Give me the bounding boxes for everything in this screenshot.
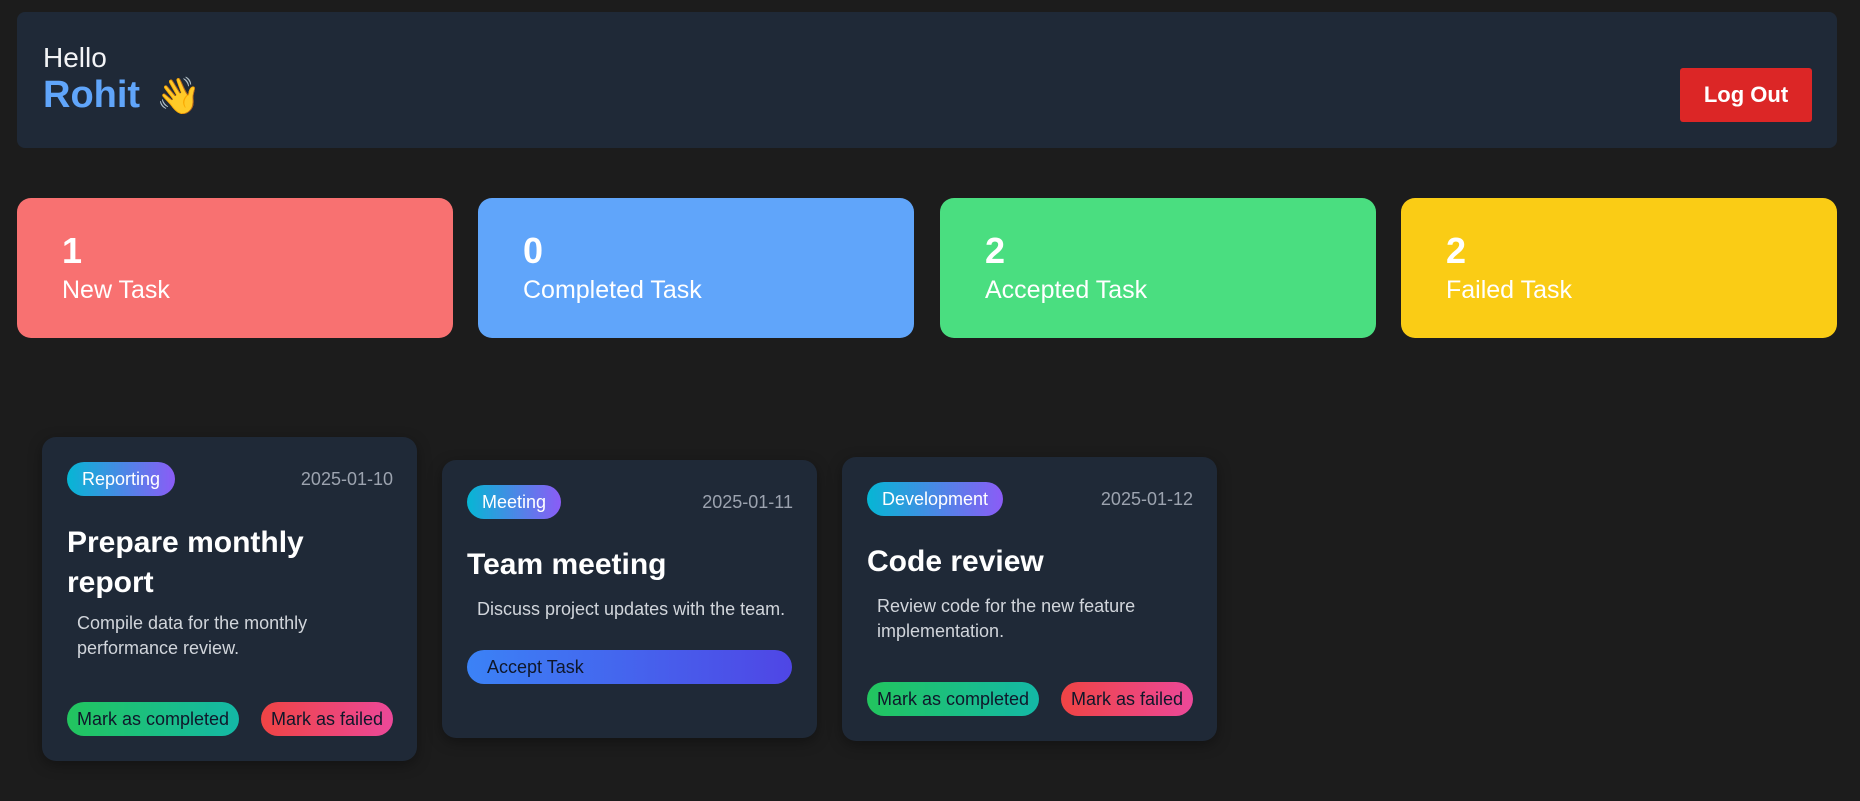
task-card-reporting: Reporting 2025-01-10 Prepare monthly rep…	[42, 437, 417, 761]
mark-failed-button[interactable]: Mark as failed	[1060, 682, 1193, 716]
task-title: Prepare monthly report	[67, 526, 304, 599]
task-category-badge: Reporting	[67, 462, 176, 496]
greeting-text: Hello	[43, 42, 107, 73]
stat-card-new-task: 1 New Task	[17, 198, 453, 338]
stat-label: New Task	[62, 276, 170, 304]
task-title: Team meeting	[467, 548, 667, 581]
stat-label: Failed Task	[1446, 276, 1572, 304]
stat-count: 1	[62, 230, 83, 271]
logout-button[interactable]: Log Out	[1680, 68, 1812, 122]
mark-failed-button[interactable]: Mark as failed	[260, 702, 393, 736]
stat-count: 2	[985, 230, 1006, 271]
stat-card-failed-task: 2 Failed Task	[1401, 198, 1837, 338]
mark-completed-button[interactable]: Mark as completed	[867, 682, 1040, 716]
stat-count: 2	[1446, 230, 1467, 271]
header-bar: Hello Rohit 👋 Log Out	[17, 12, 1837, 148]
waving-hand-icon: 👋	[156, 74, 201, 116]
task-date: 2025-01-10	[300, 469, 393, 489]
user-name: Rohit	[43, 74, 141, 116]
task-description: Compile data for the monthly performance…	[77, 613, 308, 658]
task-title: Code review	[867, 545, 1044, 578]
accept-task-button[interactable]: Accept Task	[467, 650, 792, 684]
task-card-meeting: Meeting 2025-01-11 Team meeting Discuss …	[442, 460, 817, 738]
user-name-row: Rohit 👋	[43, 74, 201, 117]
stat-count: 0	[523, 230, 544, 271]
stat-label: Completed Task	[523, 276, 702, 304]
task-card-development: Development 2025-01-12 Code review Revie…	[842, 457, 1217, 741]
task-description: Discuss project updates with the team.	[477, 599, 786, 619]
stat-card-accepted-task: 2 Accepted Task	[940, 198, 1376, 338]
task-category-badge: Meeting	[467, 485, 562, 519]
stat-label: Accepted Task	[985, 276, 1148, 304]
task-category-badge: Development	[867, 482, 1004, 516]
task-date: 2025-01-11	[702, 492, 793, 512]
task-description: Review code for the new feature implemen…	[877, 596, 1136, 641]
mark-completed-button[interactable]: Mark as completed	[67, 702, 240, 736]
stat-card-completed-task: 0 Completed Task	[478, 198, 914, 338]
task-date: 2025-01-12	[1100, 489, 1193, 509]
